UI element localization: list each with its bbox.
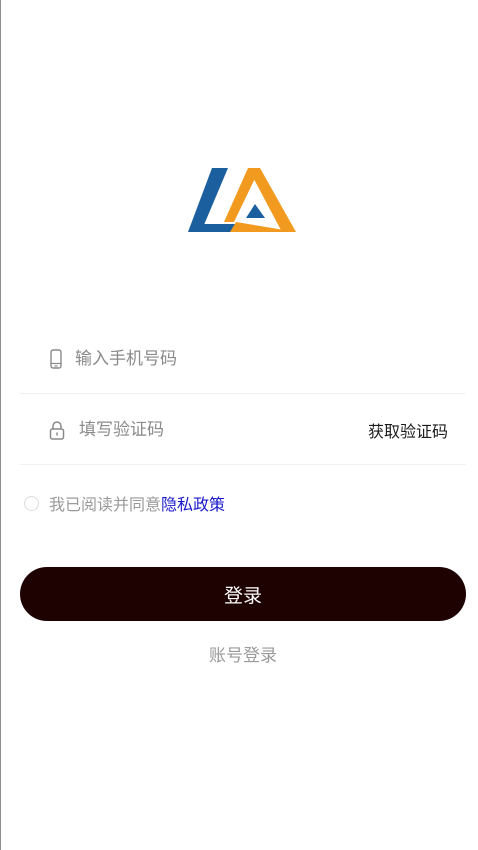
agree-radio[interactable] — [24, 495, 39, 511]
lock-icon — [48, 419, 66, 441]
code-input[interactable] — [79, 415, 339, 444]
login-button[interactable]: 登录 — [20, 567, 466, 621]
agreement-text: 我已阅读并同意 — [49, 495, 162, 514]
window-border — [0, 0, 1, 850]
code-row: 获取验证码 — [20, 395, 466, 465]
phone-input[interactable] — [75, 344, 435, 373]
get-code-button[interactable]: 获取验证码 — [368, 418, 448, 442]
phone-icon — [47, 348, 65, 370]
agreement-row: 我已阅读并同意 隐私政策 — [22, 490, 225, 516]
account-login-link[interactable]: 账号登录 — [0, 641, 478, 666]
privacy-policy-link[interactable]: 隐私政策 — [161, 491, 225, 515]
brand-logo-icon — [188, 164, 298, 236]
phone-row — [20, 324, 466, 394]
